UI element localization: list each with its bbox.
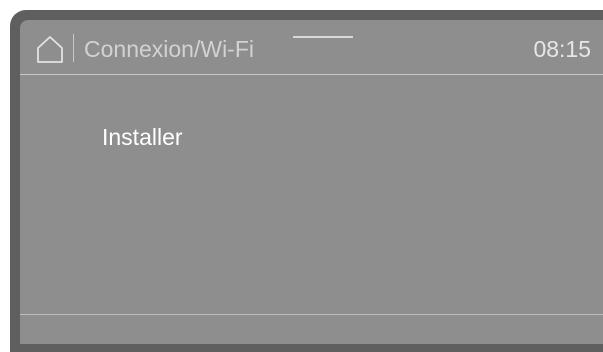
menu-item-installer[interactable]: Installer: [102, 123, 183, 151]
home-icon: [37, 36, 63, 63]
header-divider: [73, 34, 74, 62]
clock: 08:15: [533, 36, 591, 62]
device-bezel: Connexion/Wi-Fi 08:15 Installer: [10, 10, 603, 352]
swipe-indicator: [293, 36, 353, 38]
page-title: Connexion/Wi-Fi: [84, 36, 254, 62]
home-button[interactable]: [35, 34, 65, 64]
display-screen: Connexion/Wi-Fi 08:15 Installer: [20, 20, 603, 344]
header-bar: Connexion/Wi-Fi 08:15: [20, 20, 603, 75]
footer-bar: [20, 315, 603, 344]
